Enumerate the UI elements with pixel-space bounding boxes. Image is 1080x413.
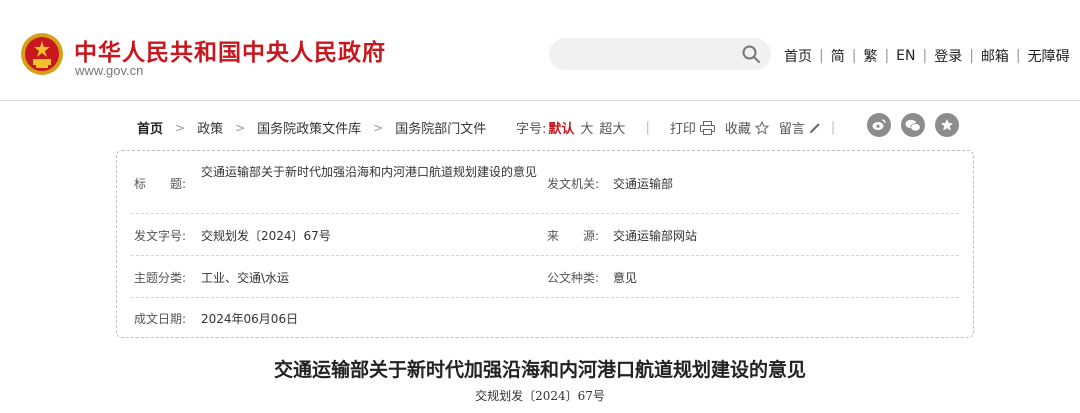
wechat-icon[interactable] bbox=[901, 113, 925, 137]
nav-separator: | bbox=[1015, 48, 1021, 64]
nav-mail-link[interactable]: 邮箱 bbox=[981, 46, 1009, 66]
site-url[interactable]: www.gov.cn bbox=[75, 63, 143, 78]
printer-icon bbox=[699, 120, 715, 135]
issuer-label: 发文机关: bbox=[547, 177, 600, 191]
docno-label: 发文字号: bbox=[134, 229, 187, 243]
source-label: 来 源: bbox=[547, 229, 600, 243]
nav-separator: | bbox=[819, 48, 824, 64]
source-value: 交通运输部网站 bbox=[613, 229, 698, 243]
toolbar-divider: | bbox=[645, 120, 650, 135]
font-size-default[interactable]: 默认 bbox=[548, 118, 574, 137]
nav-accessibility-link[interactable]: 无障碍 bbox=[1028, 46, 1070, 66]
nav-english-link[interactable]: EN bbox=[896, 48, 915, 64]
breadcrumb-home[interactable]: 首页 bbox=[137, 118, 163, 137]
nav-simplified-link[interactable]: 简 bbox=[831, 46, 845, 66]
breadcrumb-policy-library[interactable]: 国务院政策文件库 bbox=[257, 118, 361, 137]
star-outline-icon bbox=[754, 120, 769, 135]
topic-value: 工业、交通\水运 bbox=[201, 271, 290, 285]
date-value: 2024年06月06日 bbox=[201, 312, 299, 326]
nav-separator: | bbox=[969, 48, 974, 64]
breadcrumb: 首页 > 政策 > 国务院政策文件库 > 国务院部门文件 bbox=[137, 118, 486, 138]
font-size-large[interactable]: 大 bbox=[580, 118, 593, 137]
topic-label: 主题分类: bbox=[134, 271, 187, 285]
info-row-title: 标 题: 交通运输部关于新时代加强沿海和内河港口航道规划建设的意见 发文机关: … bbox=[131, 151, 959, 214]
docno-value: 交规划发〔2024〕67号 bbox=[201, 229, 331, 243]
top-nav: 首页 | 简 | 繁 | EN | 登录 | 邮箱 | 无障碍 bbox=[784, 46, 1070, 66]
breadcrumb-policy[interactable]: 政策 bbox=[197, 118, 223, 137]
article-title: 交通运输部关于新时代加强沿海和内河港口航道规划建设的意见 bbox=[273, 359, 806, 381]
font-size-xlarge[interactable]: 超大 bbox=[599, 118, 625, 137]
national-emblem-icon[interactable] bbox=[20, 32, 64, 76]
nav-separator: | bbox=[851, 48, 857, 64]
search-input[interactable] bbox=[563, 44, 723, 64]
site-name[interactable]: 中华人民共和国中央人民政府 bbox=[74, 33, 386, 67]
title-value: 交通运输部关于新时代加强沿海和内河港口航道规划建设的意见 bbox=[201, 165, 538, 179]
issuer-value: 交通运输部 bbox=[613, 177, 674, 191]
breadcrumb-chevron-icon: > bbox=[373, 120, 384, 135]
title-label: 标 题: bbox=[134, 177, 187, 191]
print-label: 打印 bbox=[669, 122, 696, 137]
breadcrumb-chevron-icon: > bbox=[175, 120, 186, 135]
doc-type-value: 意见 bbox=[613, 271, 638, 285]
info-row-date: 成文日期: 2024年06月06日 bbox=[131, 298, 959, 338]
breadcrumb-chevron-icon: > bbox=[235, 120, 246, 135]
weibo-icon[interactable] bbox=[867, 113, 891, 137]
qzone-icon[interactable] bbox=[935, 113, 959, 137]
nav-separator: | bbox=[884, 48, 890, 64]
breadcrumb-dept-documents[interactable]: 国务院部门文件 bbox=[395, 118, 486, 137]
article-doc-number: 交规划发〔2024〕67号 bbox=[475, 389, 605, 403]
nav-traditional-link[interactable]: 繁 bbox=[863, 46, 877, 66]
share-buttons bbox=[867, 113, 969, 137]
search-box bbox=[549, 38, 771, 70]
site-header: 中华人民共和国中央人民政府 www.gov.cn 首页 | 简 | 繁 | EN… bbox=[0, 0, 1080, 101]
date-label: 成文日期: bbox=[134, 312, 187, 326]
font-size-label: 字号: bbox=[516, 122, 547, 137]
document-info-table: 标 题: 交通运输部关于新时代加强沿海和内河港口航道规划建设的意见 发文机关: … bbox=[116, 150, 974, 338]
comment-label: 留言 bbox=[778, 122, 805, 137]
toolbar-divider: | bbox=[830, 120, 836, 135]
nav-home-link[interactable]: 首页 bbox=[784, 46, 812, 66]
article-toolbar: 字号: 默认 大 超大 | 打印 收藏 留言 | bbox=[516, 118, 855, 137]
comment-button[interactable]: 留言 bbox=[779, 118, 821, 137]
print-button[interactable]: 打印 bbox=[670, 118, 715, 137]
nav-separator: | bbox=[922, 48, 928, 64]
nav-login-link[interactable]: 登录 bbox=[934, 46, 962, 66]
info-row-topic: 主题分类: 工业、交通\水运 公文种类: 意见 bbox=[131, 256, 959, 298]
pencil-icon bbox=[809, 122, 820, 133]
favorite-label: 收藏 bbox=[724, 122, 751, 137]
favorite-button[interactable]: 收藏 bbox=[725, 118, 769, 137]
doc-type-label: 公文种类: bbox=[547, 271, 600, 285]
search-icon[interactable] bbox=[741, 44, 761, 64]
info-row-docno: 发文字号: 交规划发〔2024〕67号 来 源: 交通运输部网站 bbox=[131, 214, 959, 256]
